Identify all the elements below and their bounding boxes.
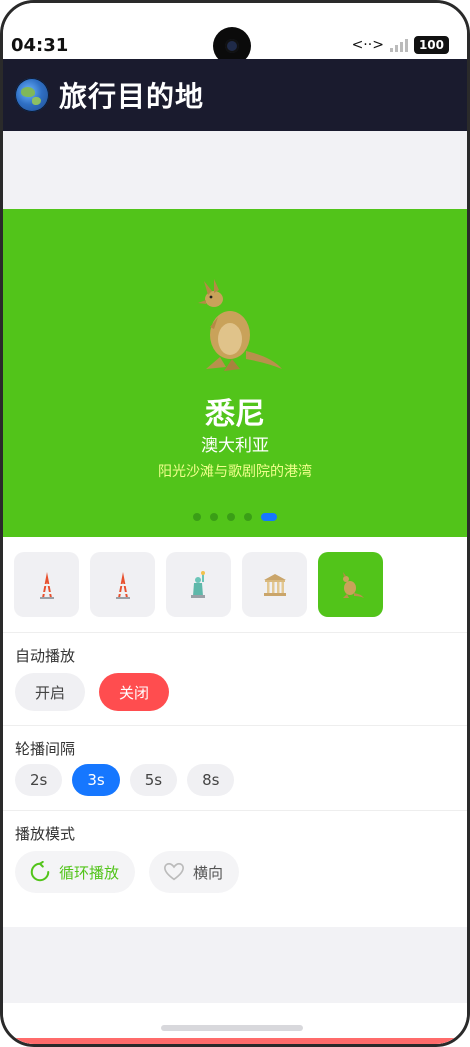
autoplay-label: 自动播放 bbox=[15, 647, 76, 665]
interval-section: 轮播间隔 2s 3s 5s 8s bbox=[3, 726, 467, 811]
autoplay-off-button[interactable]: 关闭 bbox=[99, 673, 170, 711]
interval-option-3s[interactable]: 3s bbox=[72, 764, 120, 796]
carousel-dot[interactable] bbox=[244, 513, 252, 521]
slide-subtitle: 澳大利亚 bbox=[201, 436, 269, 456]
autoplay-on-button[interactable]: 开启 bbox=[15, 673, 86, 711]
classical-building-icon bbox=[263, 573, 286, 596]
carousel-dot[interactable] bbox=[193, 513, 201, 521]
thumbnail-strip bbox=[3, 537, 467, 633]
battery-icon: 100 bbox=[413, 36, 449, 54]
network-icon: <··> bbox=[351, 37, 384, 53]
bottom-edge-strip bbox=[3, 1038, 467, 1044]
carousel-dot-active[interactable] bbox=[261, 513, 277, 521]
play-mode-section: 播放模式 循环播放 横向 bbox=[3, 811, 467, 907]
home-indicator[interactable] bbox=[161, 1025, 303, 1031]
page-title: 旅行目的地 bbox=[59, 80, 205, 113]
autoplay-section: 自动播放 开启 关闭 bbox=[3, 633, 467, 726]
app-header: 旅行目的地 bbox=[3, 59, 467, 131]
status-bar: 04:31 <··> 100 bbox=[3, 3, 467, 65]
status-time: 04:31 bbox=[11, 35, 69, 56]
thumbnail-tokyo-2[interactable] bbox=[90, 552, 155, 617]
globe-icon bbox=[15, 78, 49, 112]
horizontal-mode-label: 横向 bbox=[193, 863, 224, 882]
loop-mode-button[interactable]: 循环播放 bbox=[15, 851, 136, 893]
kangaroo-icon bbox=[198, 279, 282, 371]
tokyo-tower-icon bbox=[39, 571, 54, 599]
phone-screen: 04:31 <··> 100 旅行目的地 悉尼 澳大利亚 阳光沙滩与歌剧院的港湾 bbox=[0, 0, 470, 1047]
interval-option-8s[interactable]: 8s bbox=[187, 764, 235, 796]
horizontal-mode-button[interactable]: 横向 bbox=[149, 851, 240, 893]
thumbnail-classical-building[interactable] bbox=[242, 552, 307, 617]
play-mode-label: 播放模式 bbox=[15, 825, 76, 843]
destination-carousel[interactable]: 悉尼 澳大利亚 阳光沙滩与歌剧院的港湾 bbox=[3, 209, 467, 537]
carousel-dot[interactable] bbox=[210, 513, 218, 521]
interval-option-5s[interactable]: 5s bbox=[129, 764, 178, 796]
interval-label: 轮播间隔 bbox=[15, 740, 76, 758]
slide-title: 悉尼 bbox=[205, 397, 265, 432]
tokyo-tower-icon bbox=[115, 571, 130, 599]
thumbnail-sydney[interactable] bbox=[318, 552, 383, 617]
interval-option-2s[interactable]: 2s bbox=[15, 764, 63, 796]
carousel-indicator bbox=[3, 513, 467, 521]
heart-outline-icon bbox=[164, 862, 185, 881]
slide-description: 阳光沙滩与歌剧院的港湾 bbox=[158, 464, 312, 480]
loop-mode-label: 循环播放 bbox=[59, 863, 120, 882]
settings-panel: 自动播放 开启 关闭 轮播间隔 2s 3s 5s 8s 播放模式 循环播放 横向 bbox=[3, 537, 467, 927]
carousel-dot[interactable] bbox=[227, 513, 235, 521]
thumbnail-tokyo-1[interactable] bbox=[14, 552, 79, 617]
statue-of-liberty-icon bbox=[190, 570, 205, 598]
status-icons: <··> 100 bbox=[352, 36, 449, 54]
signal-icon bbox=[389, 38, 408, 52]
thumbnail-new-york[interactable] bbox=[166, 552, 231, 617]
kangaroo-icon bbox=[342, 571, 364, 598]
loop-icon bbox=[30, 861, 50, 882]
